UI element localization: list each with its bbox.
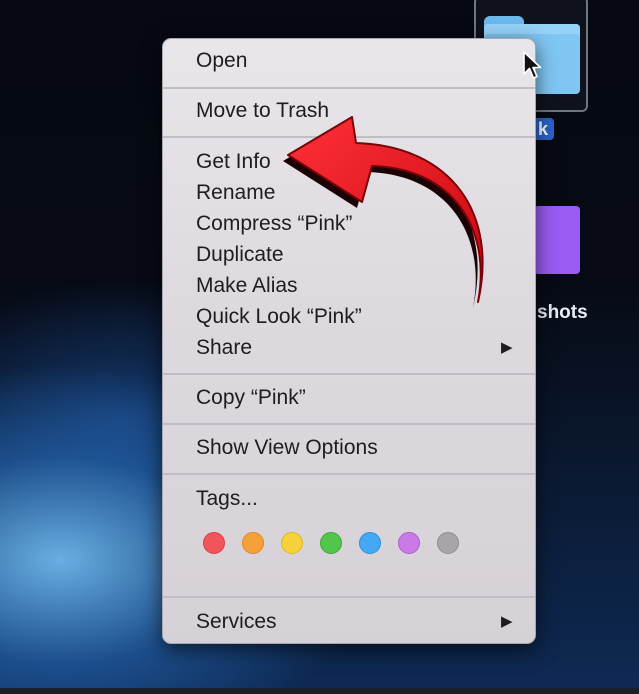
menu-item-move-to-trash[interactable]: Move to Trash [196, 98, 329, 124]
dock-edge [0, 688, 639, 694]
menu-item-make-alias[interactable]: Make Alias [196, 273, 298, 299]
screenshots-folder-icon[interactable] [534, 206, 580, 274]
tag-purple-dot[interactable] [398, 532, 420, 554]
tag-red-dot[interactable] [203, 532, 225, 554]
menu-item-rename[interactable]: Rename [196, 180, 275, 206]
menu-item-open[interactable]: Open [196, 48, 247, 74]
menu-item-show-view-options[interactable]: Show View Options [196, 435, 378, 461]
menu-separator [163, 596, 535, 598]
menu-separator [163, 136, 535, 138]
chevron-right-icon: ▶ [501, 613, 513, 630]
tag-blue-dot[interactable] [359, 532, 381, 554]
tag-green-dot[interactable] [320, 532, 342, 554]
menu-item-services[interactable]: Services [196, 609, 277, 635]
menu-item-quick-look[interactable]: Quick Look “Pink” [196, 304, 362, 330]
mouse-pointer-icon [523, 51, 542, 79]
menu-separator [163, 473, 535, 475]
chevron-right-icon: ▶ [501, 339, 513, 356]
menu-item-share[interactable]: Share [196, 335, 252, 361]
menu-separator [163, 423, 535, 425]
menu-separator [163, 373, 535, 375]
menu-separator [163, 87, 535, 89]
tag-gray-dot[interactable] [437, 532, 459, 554]
menu-item-compress[interactable]: Compress “Pink” [196, 211, 352, 237]
screenshots-folder-label[interactable]: shots [537, 302, 588, 324]
context-menu: Open Move to Trash Get Info Rename Compr… [162, 38, 536, 644]
menu-item-get-info[interactable]: Get Info [196, 149, 271, 175]
menu-item-copy[interactable]: Copy “Pink” [196, 385, 306, 411]
tag-yellow-dot[interactable] [281, 532, 303, 554]
menu-item-duplicate[interactable]: Duplicate [196, 242, 284, 268]
menu-item-tags[interactable]: Tags... [196, 486, 258, 512]
tag-orange-dot[interactable] [242, 532, 264, 554]
